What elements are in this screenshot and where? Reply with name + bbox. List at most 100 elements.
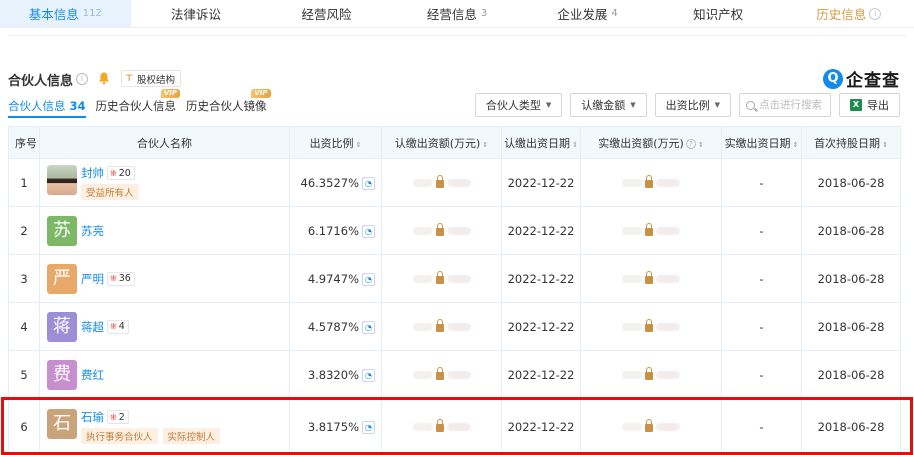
subscribed-amount-cell[interactable]	[381, 398, 502, 455]
info-icon[interactable]: i	[869, 7, 882, 20]
tab-operation[interactable]: 经营信息 3	[392, 0, 523, 27]
sort-icon[interactable]: ⇕	[698, 141, 704, 149]
tab-risk[interactable]: 经营风险	[261, 0, 392, 27]
first-hold-date-cell: 2018-06-28	[801, 350, 901, 399]
export-button[interactable]: X 导出	[839, 93, 900, 117]
ratio-value: 3.8175%	[307, 419, 359, 434]
col-subscribed-amount[interactable]: 认缴出资额(万元) ⇕	[381, 126, 502, 159]
chart-icon[interactable]: ◔	[362, 368, 375, 382]
chart-icon[interactable]: ◔	[362, 224, 375, 238]
role-tag: 实际控制人	[162, 428, 221, 444]
chart-icon[interactable]: ◔	[362, 320, 375, 334]
table-header: 序号 合伙人名称 出资比例 ⇕ 认缴出资额(万元) ⇕ 认缴出资日期 ⇕ 实缴出资额(…	[8, 126, 901, 159]
paid-amount-cell[interactable]	[580, 398, 722, 455]
lock-icon	[435, 175, 444, 188]
sort-icon[interactable]: ⇕	[356, 141, 362, 149]
tab-history[interactable]: 历史信息 i	[783, 0, 914, 27]
subtab-partners[interactable]: 合伙人信息 34	[8, 98, 86, 118]
export-label: 导出	[867, 99, 889, 112]
search-input[interactable]	[759, 99, 829, 111]
subtab-count: 34	[69, 99, 86, 113]
col-ratio[interactable]: 出资比例 ⇕	[289, 126, 382, 159]
subscribed-amount-dropdown[interactable]: 认缴金额 ▼	[570, 93, 647, 117]
col-name: 合伙人名称	[39, 126, 290, 159]
role-tag: 执行事务合伙人	[81, 428, 158, 444]
blurred-value	[446, 322, 471, 331]
partner-name-link[interactable]: 费红	[81, 367, 104, 383]
paid-amount-cell[interactable]	[580, 206, 722, 255]
info-icon[interactable]: i	[76, 73, 88, 85]
subscribed-amount-cell[interactable]	[381, 254, 502, 303]
chevron-down-icon: ▼	[714, 101, 720, 109]
partner-type-dropdown[interactable]: 合伙人类型 ▼	[474, 93, 563, 117]
subscribed-amount-cell[interactable]	[381, 350, 502, 399]
table-row: 5 费 费红 3.8320% ◔ 2022-12-22 - 2018-06-28	[8, 350, 901, 399]
col-label: 出资比例	[309, 136, 354, 150]
partner-cell: 石 石瑜 ⁜ 2 执行事务合伙人 实际控制人	[39, 398, 290, 455]
search-box[interactable]	[739, 93, 831, 117]
bell-icon[interactable]	[97, 71, 111, 85]
relation-count: 2	[118, 411, 125, 423]
ratio-value: 4.9747%	[307, 271, 359, 286]
paid-amount-cell[interactable]	[580, 302, 722, 351]
subtab-history-mirror[interactable]: 历史合伙人镜像 VIP	[186, 89, 271, 118]
first-hold-date-cell: 2018-06-28	[801, 206, 901, 255]
col-first-hold-date[interactable]: 首次持股日期 ⇕	[801, 126, 901, 159]
col-paid-amount[interactable]: 实缴出资额(万元)? ⇕	[580, 126, 722, 159]
partner-name-link[interactable]: 严明	[81, 271, 104, 287]
relation-icon: ⁜	[110, 168, 117, 178]
avatar[interactable]: 严	[47, 263, 77, 294]
col-label: 首次持股日期	[814, 136, 881, 150]
relation-badge[interactable]: ⁜ 20	[107, 166, 135, 180]
chart-icon[interactable]: ◔	[362, 420, 375, 434]
col-paid-date[interactable]: 实缴出资日期 ⇕	[721, 126, 802, 159]
sort-icon[interactable]: ⇕	[793, 141, 799, 149]
equity-structure-button[interactable]: ⊤ 股权结构	[121, 70, 182, 87]
paid-amount-cell[interactable]	[580, 254, 722, 303]
tab-legal[interactable]: 法律诉讼	[131, 0, 262, 27]
avatar[interactable]: 苏	[47, 215, 77, 246]
sort-icon[interactable]: ⇕	[882, 141, 888, 149]
subscribed-amount-cell[interactable]	[381, 302, 502, 351]
tab-label: 知识产权	[693, 7, 744, 22]
chart-icon[interactable]: ◔	[362, 176, 375, 190]
first-hold-date-cell: 2018-06-28	[801, 398, 901, 455]
tab-count: 4	[611, 8, 618, 19]
partner-name-link[interactable]: 石瑜	[81, 409, 104, 425]
sort-icon[interactable]: ⇕	[572, 141, 578, 149]
avatar[interactable]: 蒋	[47, 311, 77, 342]
lock-icon	[435, 319, 444, 332]
tab-ip[interactable]: 知识产权	[653, 0, 784, 27]
partner-name-link[interactable]: 苏亮	[81, 223, 104, 239]
col-subscribed-date[interactable]: 认缴出资日期 ⇕	[501, 126, 581, 159]
ratio-cell: 3.8320% ◔	[289, 350, 382, 399]
tab-basic-info[interactable]: 基本信息 112	[0, 0, 131, 27]
sort-icon[interactable]: ⇕	[482, 141, 488, 149]
tab-development[interactable]: 企业发展 4	[522, 0, 653, 27]
relation-icon: ⁜	[110, 412, 117, 422]
partner-name-link[interactable]: 蒋超	[81, 319, 104, 335]
avatar[interactable]	[47, 165, 77, 195]
relation-badge[interactable]: ⁜ 36	[107, 271, 135, 286]
ratio-dropdown[interactable]: 出资比例 ▼	[654, 93, 731, 117]
chart-icon[interactable]: ◔	[362, 272, 375, 286]
partner-name-link[interactable]: 封帅	[81, 165, 104, 181]
paid-amount-cell[interactable]	[580, 158, 722, 207]
relation-icon: ⁜	[110, 274, 117, 283]
help-icon[interactable]: ?	[685, 138, 696, 149]
partner-cell: 严 严明 ⁜ 36	[39, 254, 290, 303]
blurred-value	[446, 274, 471, 283]
ratio-value: 3.8320%	[307, 367, 359, 382]
subscribed-amount-cell[interactable]	[381, 206, 502, 255]
relation-badge[interactable]: ⁜ 4	[107, 319, 129, 334]
avatar[interactable]: 石	[47, 409, 77, 439]
relation-badge[interactable]: ⁜ 2	[107, 410, 129, 424]
relation-count: 20	[118, 167, 131, 179]
subscribed-amount-cell[interactable]	[381, 158, 502, 207]
lock-icon	[435, 367, 444, 380]
subtab-history-partners[interactable]: 历史合伙人信息 VIP	[96, 89, 181, 118]
subscribed-date-cell: 2022-12-22	[501, 398, 581, 455]
paid-amount-cell[interactable]	[580, 350, 722, 399]
subscribed-date-cell: 2022-12-22	[501, 158, 581, 207]
avatar[interactable]: 费	[47, 359, 77, 390]
